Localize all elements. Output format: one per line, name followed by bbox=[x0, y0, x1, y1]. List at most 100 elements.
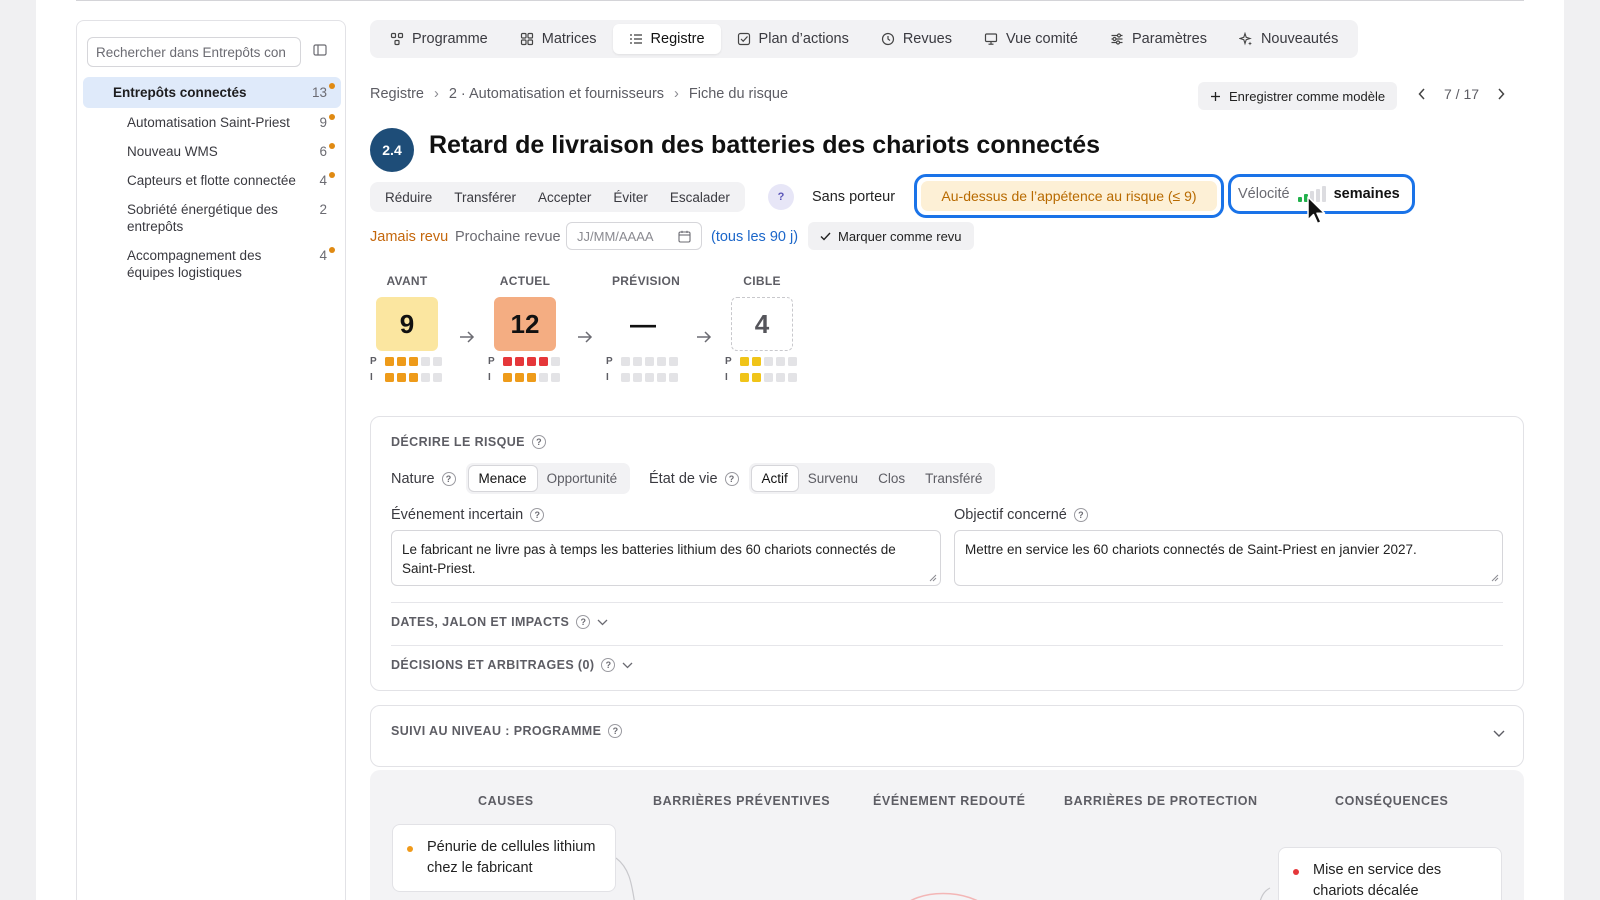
breadcrumb-separator: › bbox=[674, 86, 679, 102]
probability-level-square bbox=[788, 356, 797, 366]
score-value[interactable]: — bbox=[612, 297, 674, 351]
resize-handle-icon[interactable] bbox=[929, 574, 937, 582]
decisions-section-toggle[interactable]: DÉCISIONS ET ARBITRAGES (0)? bbox=[391, 658, 633, 672]
help-icon[interactable]: ? bbox=[531, 435, 546, 449]
date-placeholder: JJ/MM/AAAA bbox=[577, 228, 654, 244]
review-frequency-link[interactable]: (tous les 90 j) bbox=[711, 229, 798, 245]
tab-vue-comite[interactable]: Vue comité bbox=[968, 24, 1094, 54]
breadcrumb-separator: › bbox=[434, 86, 439, 102]
breadcrumb-root[interactable]: Registre bbox=[370, 86, 424, 102]
sidebar-item-accompagnement[interactable]: Accompagnement des équipes logistiques 4 bbox=[83, 241, 341, 287]
sidebar-item-label: Nouveau WMS bbox=[127, 144, 218, 159]
impact-level-square bbox=[776, 372, 785, 382]
sidebar-item-label: Accompagnement des équipes logistiques bbox=[127, 248, 262, 280]
score-value[interactable]: 4 bbox=[731, 297, 793, 351]
help-icon[interactable]: ? bbox=[441, 471, 456, 486]
impact-row: I bbox=[370, 371, 470, 383]
pager-position: 7 / 17 bbox=[1444, 86, 1480, 102]
state-segmented-control: Actif Survenu Clos Transféré bbox=[748, 463, 996, 494]
help-icon[interactable]: ? bbox=[601, 658, 616, 672]
probability-level-square bbox=[621, 356, 630, 366]
strategy-avoid-button[interactable]: Éviter bbox=[602, 190, 659, 205]
state-option-actif[interactable]: Actif bbox=[751, 466, 798, 491]
tab-parametres[interactable]: Paramètres bbox=[1094, 24, 1223, 54]
velocity-bar[interactable] bbox=[1297, 197, 1302, 202]
impact-level-square bbox=[421, 372, 430, 382]
save-as-template-button[interactable]: Enregistrer comme modèle bbox=[1198, 82, 1398, 110]
tab-label: Nouveautés bbox=[1260, 31, 1339, 47]
probability-row: P bbox=[488, 355, 588, 367]
sidebar-search-input[interactable]: Rechercher dans Entrepôts con bbox=[87, 37, 301, 67]
mark-reviewed-button[interactable]: Marquer comme revu bbox=[808, 222, 974, 250]
probability-row: P bbox=[725, 355, 825, 367]
calendar-icon[interactable] bbox=[678, 230, 691, 243]
strategy-accept-button[interactable]: Accepter bbox=[527, 190, 602, 205]
arrow-right-icon bbox=[697, 331, 712, 343]
consequence-card[interactable]: Mise en service des chariots décalée bbox=[1278, 847, 1502, 900]
bowtie-diagram: CAUSES BARRIÈRES PRÉVENTIVES ÉVÉNEMENT R… bbox=[370, 770, 1524, 900]
tab-nouveautes[interactable]: Nouveautés bbox=[1223, 24, 1354, 54]
impact-level-square bbox=[788, 372, 797, 382]
probability-level-square bbox=[752, 356, 761, 366]
cause-text: Pénurie de cellules lithium chez le fabr… bbox=[427, 839, 596, 876]
help-icon[interactable]: ? bbox=[530, 508, 545, 522]
sidebar-collapse-icon[interactable] bbox=[313, 43, 327, 57]
breadcrumb-section[interactable]: 2 · Automatisation et fournisseurs bbox=[449, 86, 664, 102]
tab-revues[interactable]: Revues bbox=[865, 24, 968, 54]
help-icon[interactable]: ? bbox=[724, 471, 739, 486]
nature-label-text: Nature bbox=[391, 470, 435, 487]
followup-panel[interactable]: SUIVI AU NIVEAU : PROGRAMME? bbox=[370, 705, 1524, 767]
score-value[interactable]: 9 bbox=[376, 297, 438, 351]
score-label: PRÉVISION bbox=[612, 274, 681, 288]
chevron-right-icon[interactable] bbox=[1497, 88, 1505, 100]
tab-registre[interactable]: Registre bbox=[612, 24, 721, 54]
strategy-escalate-button[interactable]: Escalader bbox=[659, 190, 741, 205]
sidebar-item-capteurs[interactable]: Capteurs et flotte connectée 4 bbox=[83, 166, 341, 195]
chevron-down-icon[interactable] bbox=[1493, 730, 1505, 738]
resize-handle-icon[interactable] bbox=[1491, 574, 1499, 582]
state-option-survenu[interactable]: Survenu bbox=[798, 466, 868, 491]
followup-title: SUIVI AU NIVEAU : PROGRAMME? bbox=[391, 724, 623, 738]
score-before: AVANT 9 P I bbox=[370, 274, 470, 383]
nature-label: Nature? bbox=[391, 471, 456, 487]
sidebar-item-sobriete[interactable]: Sobriété énergétique des entrepôts 2 bbox=[83, 195, 341, 241]
help-icon[interactable]: ? bbox=[608, 724, 623, 738]
appetite-badge[interactable]: Au-dessus de l’appétence au risque (≤ 9) bbox=[921, 181, 1217, 211]
strategy-reduce-button[interactable]: Réduire bbox=[374, 190, 443, 205]
nature-option-menace[interactable]: Menace bbox=[468, 466, 537, 491]
dates-section-toggle[interactable]: DATES, JALON ET IMPACTS? bbox=[391, 615, 608, 629]
strategy-transfer-button[interactable]: Transférer bbox=[443, 190, 527, 205]
sidebar-item-nouveau-wms[interactable]: Nouveau WMS 6 bbox=[83, 137, 341, 166]
status-dot bbox=[329, 247, 335, 253]
sidebar-item-automatisation[interactable]: Automatisation Saint-Priest 9 bbox=[83, 108, 341, 137]
owner-avatar[interactable]: ? bbox=[768, 184, 794, 210]
state-option-clos[interactable]: Clos bbox=[868, 466, 915, 491]
sidebar-item-entrepots-connectes[interactable]: Entrepôts connectés 13 bbox=[83, 77, 341, 108]
probability-level-square bbox=[515, 356, 524, 366]
probability-level-square bbox=[776, 356, 785, 366]
sidebar-item-label: Sobriété énergétique des entrepôts bbox=[127, 202, 278, 234]
next-review-date-input[interactable]: JJ/MM/AAAA bbox=[566, 222, 702, 250]
score-current: ACTUEL 12 P I bbox=[488, 274, 588, 383]
tab-matrices[interactable]: Matrices bbox=[504, 24, 613, 54]
help-icon[interactable]: ? bbox=[576, 615, 591, 629]
sliders-icon bbox=[1111, 33, 1123, 45]
event-textarea[interactable]: Le fabricant ne livre pas à temps les ba… bbox=[391, 530, 941, 586]
probability-level-square bbox=[527, 356, 536, 366]
score-value[interactable]: 12 bbox=[494, 297, 556, 351]
tab-plan-actions[interactable]: Plan d’actions bbox=[721, 24, 865, 54]
nature-option-opportunite[interactable]: Opportunité bbox=[537, 466, 628, 491]
impact-level-square bbox=[621, 372, 630, 382]
chevron-left-icon[interactable] bbox=[1418, 88, 1426, 100]
score-label: ACTUEL bbox=[499, 274, 551, 288]
list-icon bbox=[629, 34, 642, 44]
help-icon[interactable]: ? bbox=[1073, 508, 1088, 522]
objective-textarea[interactable]: Mettre en service les 60 chariots connec… bbox=[954, 530, 1503, 586]
tab-programme[interactable]: Programme bbox=[374, 24, 504, 54]
impact-key: I bbox=[370, 371, 373, 383]
cause-card[interactable]: Pénurie de cellules lithium chez le fabr… bbox=[392, 824, 616, 892]
owner-label[interactable]: Sans porteur bbox=[812, 189, 895, 205]
state-option-transfere[interactable]: Transféré bbox=[915, 466, 992, 491]
program-icon bbox=[390, 32, 404, 46]
sidebar-item-count: 9 bbox=[319, 115, 327, 130]
